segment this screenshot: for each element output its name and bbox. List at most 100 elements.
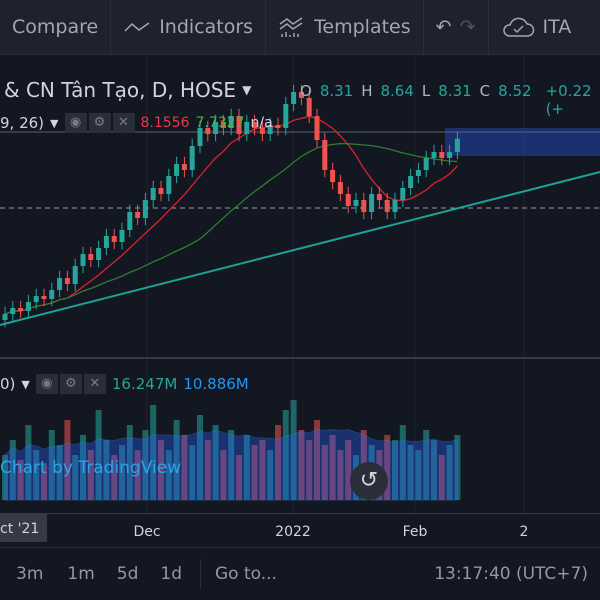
candle [127, 212, 133, 230]
gear-icon[interactable]: ⚙ [88, 113, 111, 133]
indicators-button[interactable]: Indicators [111, 0, 267, 55]
divider [200, 559, 201, 589]
undo-icon[interactable]: ↶ [436, 16, 452, 38]
templates-label: Templates [314, 16, 411, 38]
candle [103, 236, 109, 248]
candle [283, 104, 289, 128]
range-1d[interactable]: 1d [160, 564, 182, 584]
volume-value: 16.247M [111, 375, 178, 393]
layout-button[interactable]: ITA [489, 0, 584, 55]
top-toolbar: Compare Indicators Templates ↶ ↷ ITA [0, 0, 600, 55]
candle [431, 152, 437, 158]
layout-label: ITA [542, 16, 572, 38]
gear-icon[interactable]: ⚙ [59, 374, 82, 394]
redo-icon[interactable]: ↷ [460, 16, 476, 38]
ma-fast-line [4, 115, 458, 315]
bottom-toolbar: 3m 1m 5d 1d Go to... 13:17:40 (UTC+7) [0, 547, 600, 600]
time-axis[interactable]: ct '21 Dec 2022 Feb 2 [0, 513, 600, 546]
candle [142, 200, 148, 218]
candle [150, 188, 156, 200]
eye-icon[interactable]: ◉ [64, 113, 87, 133]
open-label: O [300, 82, 312, 100]
candle [135, 212, 141, 218]
candle [384, 200, 390, 212]
volume-legend: 0) ▼ ◉ ⚙ ✕ 16.247M 10.886M [0, 374, 249, 394]
eye-icon[interactable]: ◉ [35, 374, 58, 394]
candle [361, 200, 367, 212]
chevron-down-icon[interactable]: ▼ [21, 378, 29, 391]
ma-slow-value: 7.7327 [195, 115, 245, 131]
candle [88, 254, 94, 260]
candle [291, 92, 297, 104]
volume-ma-value: 10.886M [183, 375, 249, 393]
range-3m[interactable]: 3m [16, 564, 43, 584]
candle [80, 254, 86, 266]
change-value: +0.22 (+ [545, 82, 592, 118]
indicators-label: Indicators [159, 16, 254, 38]
candle [400, 188, 406, 200]
time-label: 2 [519, 524, 529, 540]
candle [41, 296, 47, 299]
chevron-down-icon[interactable]: ▼ [242, 83, 251, 97]
indicator-params: 9, 26) [0, 114, 45, 132]
symbol-legend[interactable]: & CN Tân Tạo, D, HOSE ▼ [4, 78, 251, 102]
templates-icon [279, 17, 303, 37]
ohlc-values: O 8.31 H 8.64 L 8.31 C 8.52 +0.22 (+ [300, 82, 600, 118]
candle [423, 158, 429, 170]
trend-line [0, 171, 600, 326]
candle [174, 164, 180, 176]
close-icon[interactable]: ✕ [83, 374, 106, 394]
candle [25, 302, 31, 311]
open-value: 8.31 [319, 82, 354, 100]
candle [158, 188, 164, 194]
candle [275, 125, 281, 128]
low-label: L [421, 82, 431, 100]
high-label: H [361, 82, 373, 100]
candle [447, 152, 453, 158]
candle [454, 138, 460, 152]
candle [330, 170, 336, 182]
ma-slow-line [4, 142, 458, 315]
candle [439, 152, 445, 158]
indicators-icon [124, 22, 150, 32]
watermark: Chart by TradingView [0, 458, 182, 478]
candle [314, 116, 320, 140]
candle [181, 164, 187, 170]
candle [345, 194, 351, 206]
compare-label: Compare [12, 16, 99, 38]
candle [96, 248, 102, 260]
candle [337, 182, 343, 194]
candle [189, 146, 195, 170]
time-label: Feb [402, 524, 428, 540]
time-label: Dec [133, 524, 161, 540]
candle [322, 140, 328, 170]
reset-icon: ↺ [359, 468, 379, 493]
candle [369, 194, 375, 212]
candle [376, 194, 382, 200]
candle [64, 278, 70, 284]
candle [57, 278, 63, 290]
undo-redo: ↶ ↷ [424, 0, 489, 55]
candle [33, 296, 39, 302]
candle [18, 308, 24, 311]
close-icon[interactable]: ✕ [112, 113, 135, 133]
compare-button[interactable]: Compare [0, 0, 112, 55]
goto-button[interactable]: Go to... [215, 564, 277, 584]
templates-button[interactable]: Templates [266, 0, 424, 55]
candle [408, 176, 414, 188]
candle [415, 170, 421, 176]
close-label: C [479, 82, 491, 100]
ma-third-value: n/a [250, 115, 273, 131]
close-value: 8.52 [498, 82, 532, 100]
chevron-down-icon[interactable]: ▼ [50, 117, 58, 130]
candle [353, 200, 359, 206]
clock: 13:17:40 (UTC+7) [434, 564, 588, 584]
candle [49, 290, 55, 299]
volume-params: 0) [0, 375, 16, 393]
range-1m[interactable]: 1m [67, 564, 94, 584]
current-time-label: ct '21 [0, 514, 48, 542]
reset-chart-button[interactable]: ↺ [350, 462, 388, 500]
range-5d[interactable]: 5d [117, 564, 139, 584]
candle [392, 200, 398, 212]
ma-fast-value: 8.1556 [140, 115, 190, 131]
